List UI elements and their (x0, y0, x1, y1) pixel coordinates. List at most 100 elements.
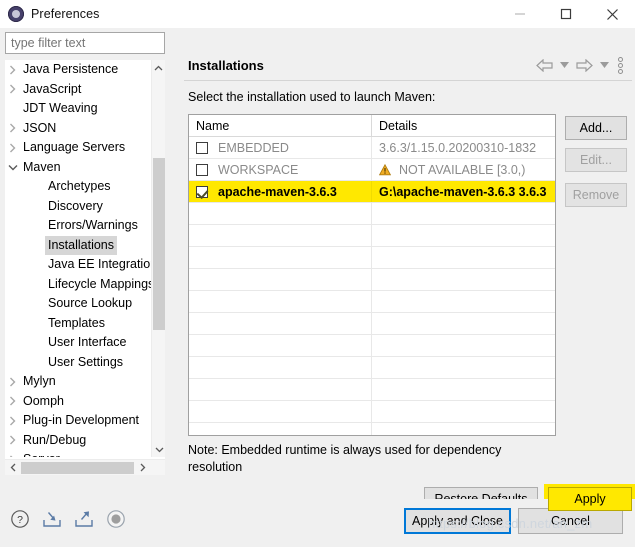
table-empty-row (189, 335, 555, 357)
tree-horizontal-scrollbar[interactable] (5, 459, 165, 475)
cell-details (372, 225, 555, 247)
scroll-down-icon[interactable] (152, 441, 165, 457)
vertical-dots-icon[interactable] (613, 55, 627, 75)
filter-input[interactable] (5, 32, 165, 54)
column-header-name[interactable]: Name (189, 115, 372, 136)
tree-vertical-scrollbar[interactable] (151, 60, 165, 457)
row-checkbox[interactable] (196, 186, 208, 198)
row-checkbox[interactable] (196, 142, 208, 154)
sidebar-item-discovery[interactable]: Discovery (5, 197, 151, 217)
installations-table[interactable]: Name Details EMBEDDED 3.6.3/1.15.0.202003… (188, 114, 556, 436)
sidebar-item-label: Language Servers (23, 140, 126, 154)
sidebar-item-lifecycle-mappings[interactable]: Lifecycle Mappings (5, 275, 151, 295)
cancel-button[interactable]: Cancel (518, 508, 623, 534)
cell-name: WORKSPACE (189, 159, 372, 181)
edit-button: Edit... (565, 148, 627, 172)
table-row[interactable]: apache-maven-3.6.3 G:\apache-maven-3.6.3 … (189, 181, 555, 203)
back-history-chevron-down-icon[interactable] (557, 55, 571, 75)
sidebar-item-run-debug[interactable]: Run/Debug (5, 431, 151, 451)
sidebar-item-errors-warnings[interactable]: Errors/Warnings (5, 216, 151, 236)
sidebar-item-archetypes[interactable]: Archetypes (5, 177, 151, 197)
chevron-right-icon[interactable] (5, 84, 20, 94)
minimize-button[interactable] (497, 0, 543, 28)
sidebar-item-source-lookup[interactable]: Source Lookup (5, 294, 151, 314)
sidebar-item-label: Source Lookup (48, 296, 133, 310)
sidebar-item-server[interactable]: Server (5, 450, 151, 457)
sidebar-item-user-settings[interactable]: User Settings (5, 353, 151, 373)
scroll-right-icon[interactable] (134, 463, 150, 472)
tree-hscroll-thumb[interactable] (21, 461, 134, 474)
apply-button[interactable]: Apply (548, 487, 632, 511)
sidebar-item-java-persistence[interactable]: Java Persistence (5, 60, 151, 80)
forward-history-chevron-down-icon[interactable] (597, 55, 611, 75)
scroll-up-icon[interactable] (152, 60, 165, 76)
cell-name (189, 401, 372, 423)
sidebar-item-maven[interactable]: Maven (5, 158, 151, 178)
preferences-sidebar: Java Persistence JavaScript JDT Weaving JSO… (5, 32, 172, 492)
record-icon[interactable] (104, 507, 128, 531)
sidebar-item-label: Discovery (48, 198, 103, 213)
cell-details (372, 269, 555, 291)
chevron-right-icon[interactable] (5, 143, 20, 153)
sidebar-item-json[interactable]: JSON (5, 119, 151, 139)
export-icon[interactable] (72, 507, 96, 531)
cell-details (372, 357, 555, 379)
import-icon[interactable] (40, 507, 64, 531)
chevron-down-icon[interactable] (5, 164, 20, 171)
chevron-right-icon[interactable] (5, 455, 20, 457)
sidebar-item-label: Server (20, 450, 63, 457)
sidebar-item-jdt-weaving[interactable]: JDT Weaving (5, 99, 151, 119)
sidebar-item-installations[interactable]: Installations (5, 235, 151, 255)
sidebar-item-mylyn[interactable]: Mylyn (5, 372, 151, 392)
table-row[interactable]: EMBEDDED 3.6.3/1.15.0.20200310-1832 (189, 137, 555, 159)
installation-name: WORKSPACE (218, 163, 299, 177)
apply-and-close-button[interactable]: Apply and Close (404, 508, 511, 534)
note-text: Note: Embedded runtime is always used fo… (188, 443, 502, 474)
title-bar: Preferences (0, 0, 635, 28)
chevron-right-icon[interactable] (5, 396, 20, 406)
sidebar-item-java-ee-integration[interactable]: Java EE Integration (5, 255, 151, 275)
sidebar-item-label: Installations (45, 235, 118, 255)
sidebar-item-javascript[interactable]: JavaScript (5, 80, 151, 100)
svg-text:?: ? (17, 514, 23, 526)
cell-details (372, 247, 555, 269)
cell-name (189, 357, 372, 379)
cell-name (189, 379, 372, 401)
page-title: Installations (188, 57, 264, 73)
sidebar-item-language-servers[interactable]: Language Servers (5, 138, 151, 158)
sidebar-item-templates[interactable]: Templates (5, 314, 151, 334)
preferences-icon (8, 6, 24, 22)
arrow-right-icon[interactable] (573, 55, 595, 75)
column-header-details[interactable]: Details (372, 115, 555, 136)
row-checkbox[interactable] (196, 164, 208, 176)
table-row[interactable]: WORKSPACE NOT AVAILABLE [3.0,) (189, 159, 555, 181)
cell-name: EMBEDDED (189, 137, 372, 159)
sidebar-item-label: Errors/Warnings (48, 218, 138, 232)
add-button[interactable]: Add... (565, 116, 627, 140)
chevron-right-icon[interactable] (5, 377, 20, 387)
cell-details: 3.6.3/1.15.0.20200310-1832 (372, 137, 555, 159)
arrow-left-icon[interactable] (533, 55, 555, 75)
maximize-button[interactable] (543, 0, 589, 28)
cell-name (189, 335, 372, 357)
scroll-left-icon[interactable] (5, 463, 21, 472)
sidebar-item-user-interface[interactable]: User Interface (5, 333, 151, 353)
chevron-right-icon[interactable] (5, 435, 20, 445)
sidebar-item-oomph[interactable]: Oomph (5, 392, 151, 412)
close-button[interactable] (589, 0, 635, 28)
sidebar-item-label: Mylyn (23, 374, 56, 388)
chevron-right-icon[interactable] (5, 123, 20, 133)
dialog-body: Java Persistence JavaScript JDT Weaving JSO… (0, 28, 635, 514)
table-empty-row (189, 313, 555, 335)
chevron-right-icon[interactable] (5, 65, 20, 75)
tree-vscroll-thumb[interactable] (153, 158, 165, 330)
sidebar-item-label: JDT Weaving (23, 101, 98, 115)
sidebar-item-label: Oomph (23, 393, 64, 408)
cell-details: NOT AVAILABLE [3.0,) (372, 159, 555, 181)
preferences-tree[interactable]: Java Persistence JavaScript JDT Weaving JSO… (5, 60, 165, 475)
chevron-right-icon[interactable] (5, 416, 20, 426)
cell-details (372, 423, 555, 435)
help-icon[interactable]: ? (8, 507, 32, 531)
sidebar-item-plug-in-development[interactable]: Plug-in Development (5, 411, 151, 431)
header-divider (184, 80, 632, 81)
